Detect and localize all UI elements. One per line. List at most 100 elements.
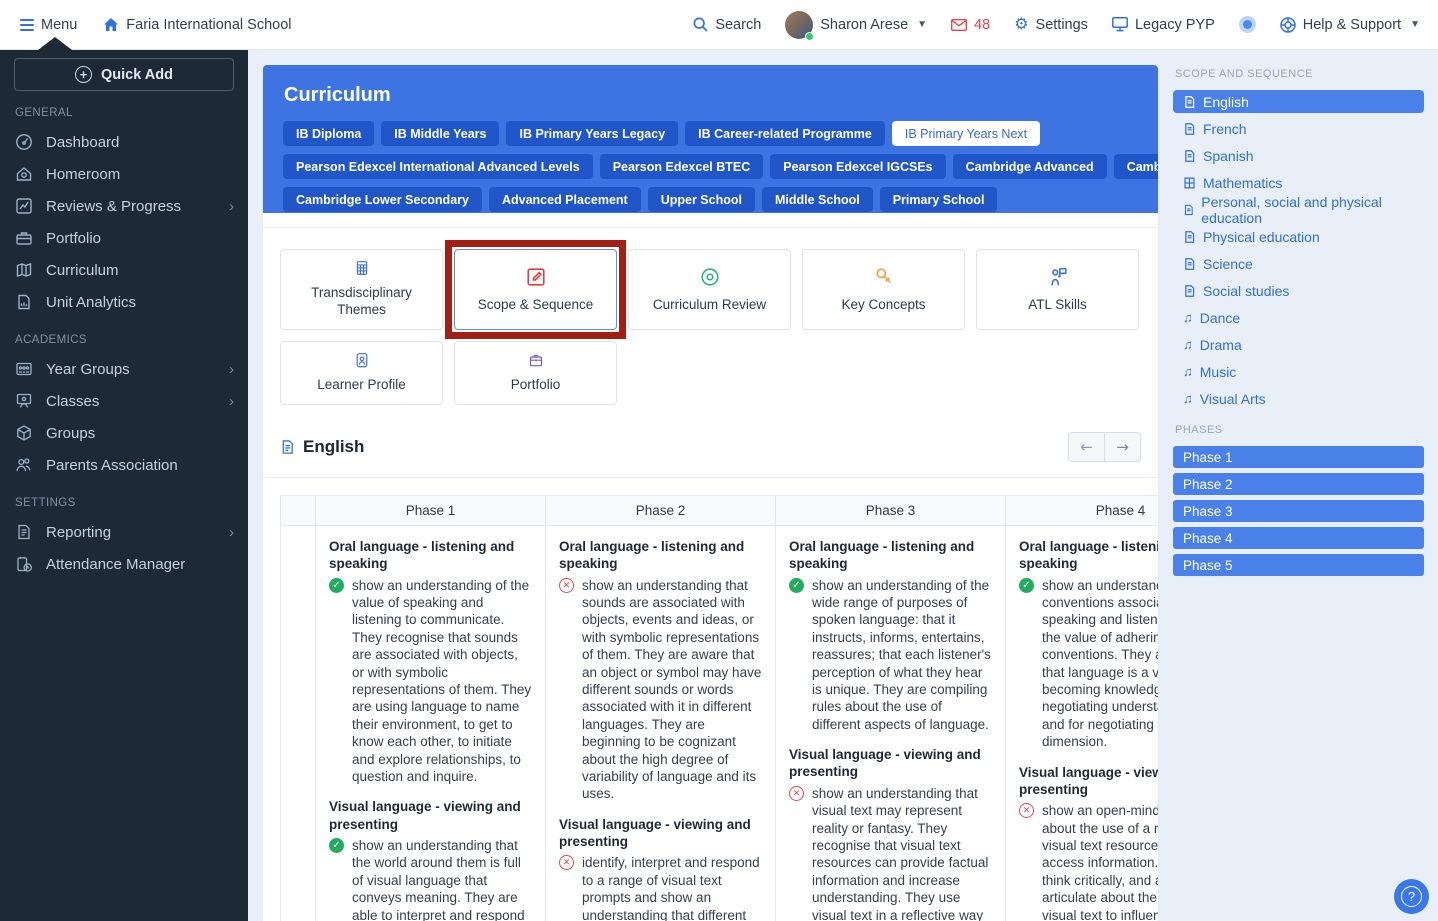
messages-count: 48 <box>974 17 990 33</box>
monitor-icon <box>1112 17 1128 32</box>
subject-item-science[interactable]: Science <box>1173 252 1424 275</box>
tab-ib-primary-years-legacy[interactable]: IB Primary Years Legacy <box>506 121 678 146</box>
learning-outcome-text: show an open-mindedness about the use of… <box>1042 802 1158 921</box>
check-circle-icon: ✓ <box>329 838 344 853</box>
sidebar-item-parents-association[interactable]: Parents Association <box>0 449 248 481</box>
map-icon <box>15 261 33 279</box>
subject-item-music[interactable]: ♫ Music <box>1173 360 1424 383</box>
teacher-board-icon <box>15 392 33 410</box>
tab-advanced-placement[interactable]: Advanced Placement <box>489 187 641 212</box>
sidebar-item-classes[interactable]: Classes › <box>0 385 248 417</box>
search-button[interactable]: Search <box>693 17 761 33</box>
col-header-phase-2: Phase 2 <box>546 496 776 526</box>
sidebar-item-reporting[interactable]: Reporting › <box>0 516 248 548</box>
card-portfolio[interactable]: Portfolio <box>454 341 617 405</box>
phase-filter-1[interactable]: Phase 1 <box>1173 446 1424 468</box>
key-icon <box>873 266 895 288</box>
sidebar-item-portfolio[interactable]: Portfolio <box>0 222 248 254</box>
subject-item-physical-education[interactable]: Physical education <box>1173 225 1424 248</box>
music-note-icon: ♫ <box>1183 391 1193 406</box>
subject-item-dance[interactable]: ♫ Dance <box>1173 306 1424 329</box>
phase-1-cell: Oral language - listening and speaking ✓… <box>316 526 546 921</box>
subject-item-french[interactable]: French <box>1173 117 1424 140</box>
strand-heading: Oral language - listening and speaking <box>1019 538 1158 573</box>
legacy-pyp-button[interactable]: Legacy PYP <box>1112 17 1215 33</box>
sidebar-item-year-groups[interactable]: Year Groups › <box>0 353 248 385</box>
tab-cambridge-advanced[interactable]: Cambridge Advanced <box>953 154 1107 179</box>
tab-ib-diploma[interactable]: IB Diploma <box>283 121 374 146</box>
tab-cambridge-lower-secondary[interactable]: Cambridge Lower Secondary <box>283 187 482 212</box>
subject-item-drama[interactable]: ♫ Drama <box>1173 333 1424 356</box>
cross-circle-icon: ✕ <box>559 578 574 593</box>
curriculum-main-panel: Curriculum IB Diploma IB Middle Years IB… <box>263 65 1158 921</box>
tab-ib-middle-years[interactable]: IB Middle Years <box>381 121 499 146</box>
strand-heading: Visual language - viewing and presenting <box>559 816 762 851</box>
card-transdisciplinary-themes[interactable]: Transdisciplinary Themes <box>280 249 443 330</box>
document-icon <box>280 439 295 455</box>
tab-cambridge-igcses[interactable]: Cambridge IGCSEs <box>1114 154 1158 179</box>
home-icon <box>103 17 119 32</box>
quick-add-button[interactable]: + Quick Add <box>14 58 234 91</box>
card-learner-profile[interactable]: Learner Profile <box>280 341 443 405</box>
col-header-phase-1: Phase 1 <box>316 496 546 526</box>
phases-header: PHASES <box>1175 424 1424 436</box>
subject-item-spanish[interactable]: Spanish <box>1173 144 1424 167</box>
subject-item-pspe[interactable]: Personal, social and physical education <box>1173 198 1424 221</box>
cross-circle-icon: ✕ <box>559 855 574 870</box>
tab-middle-school[interactable]: Middle School <box>762 187 873 212</box>
edit-square-icon <box>525 266 547 288</box>
card-curriculum-review[interactable]: Curriculum Review <box>628 249 791 330</box>
help-support-menu[interactable]: Help & Support ▼ <box>1280 17 1420 33</box>
sidebar-item-groups[interactable]: Groups <box>0 417 248 449</box>
phase-filter-3[interactable]: Phase 3 <box>1173 500 1424 522</box>
phase-filter-5[interactable]: Phase 5 <box>1173 554 1424 576</box>
tab-ib-career-related-programme[interactable]: IB Career-related Programme <box>685 121 885 146</box>
tab-pearson-edexcel-ial[interactable]: Pearson Edexcel International Advanced L… <box>283 154 593 179</box>
card-scope-and-sequence[interactable]: Scope & Sequence <box>454 249 617 330</box>
next-subject-button[interactable]: → <box>1104 432 1141 462</box>
plus-icon: + <box>75 66 92 83</box>
help-fab-button[interactable]: ? <box>1394 879 1429 914</box>
sidebar-item-dashboard[interactable]: Dashboard <box>0 126 248 158</box>
settings-button[interactable]: ⚙ Settings <box>1014 17 1088 33</box>
phase-filter-4[interactable]: Phase 4 <box>1173 527 1424 549</box>
check-circle-icon: ✓ <box>789 578 804 593</box>
section-label-general: GENERAL <box>15 107 248 119</box>
strand-heading: Oral language - listening and speaking <box>789 538 992 573</box>
learning-outcome-text: show an understanding of the wide range … <box>812 577 992 734</box>
report-document-icon <box>15 523 33 541</box>
topbar: Menu Faria International School Search S… <box>0 0 1438 50</box>
sidebar-item-curriculum[interactable]: Curriculum <box>0 254 248 286</box>
tab-pearson-edexcel-igcses[interactable]: Pearson Edexcel IGCSEs <box>770 154 945 179</box>
notification-dot-icon[interactable] <box>1239 16 1256 33</box>
school-home-link[interactable]: Faria International School <box>103 17 291 33</box>
document-icon <box>1183 284 1196 298</box>
subject-item-english[interactable]: English <box>1173 90 1424 113</box>
tab-ib-primary-years-next[interactable]: IB Primary Years Next <box>892 121 1040 146</box>
sidebar-item-unit-analytics[interactable]: Unit Analytics <box>0 286 248 318</box>
page-title: Curriculum <box>284 84 1138 107</box>
music-note-icon: ♫ <box>1183 310 1193 325</box>
phase-filter-2[interactable]: Phase 2 <box>1173 473 1424 495</box>
sidebar-item-attendance-manager[interactable]: Attendance Manager <box>0 548 248 580</box>
tab-primary-school[interactable]: Primary School <box>880 187 998 212</box>
prev-subject-button[interactable]: ← <box>1068 432 1105 462</box>
subject-item-visual-arts[interactable]: ♫ Visual Arts <box>1173 387 1424 410</box>
card-key-concepts[interactable]: Key Concepts <box>802 249 965 330</box>
sidebar-item-homeroom[interactable]: Homeroom <box>0 158 248 190</box>
tab-upper-school[interactable]: Upper School <box>648 187 755 212</box>
card-atl-skills[interactable]: ATL Skills <box>976 249 1139 330</box>
tab-pearson-edexcel-btec[interactable]: Pearson Edexcel BTEC <box>600 154 764 179</box>
question-mark-icon: ? <box>1401 886 1422 907</box>
row-label-cell <box>281 526 316 921</box>
section-label-academics: ACADEMICS <box>15 334 248 346</box>
subject-item-mathematics[interactable]: Mathematics <box>1173 171 1424 194</box>
search-icon <box>693 17 708 32</box>
life-ring-icon <box>1280 17 1296 33</box>
subject-item-social-studies[interactable]: Social studies <box>1173 279 1424 302</box>
sidebar-item-reviews-progress[interactable]: Reviews & Progress › <box>0 190 248 222</box>
scope-sequence-header: SCOPE AND SEQUENCE <box>1175 68 1424 80</box>
messages-button[interactable]: 48 <box>951 17 990 33</box>
menu-button[interactable]: Menu <box>20 17 77 33</box>
user-menu[interactable]: Sharon Arese ▼ <box>785 11 927 39</box>
